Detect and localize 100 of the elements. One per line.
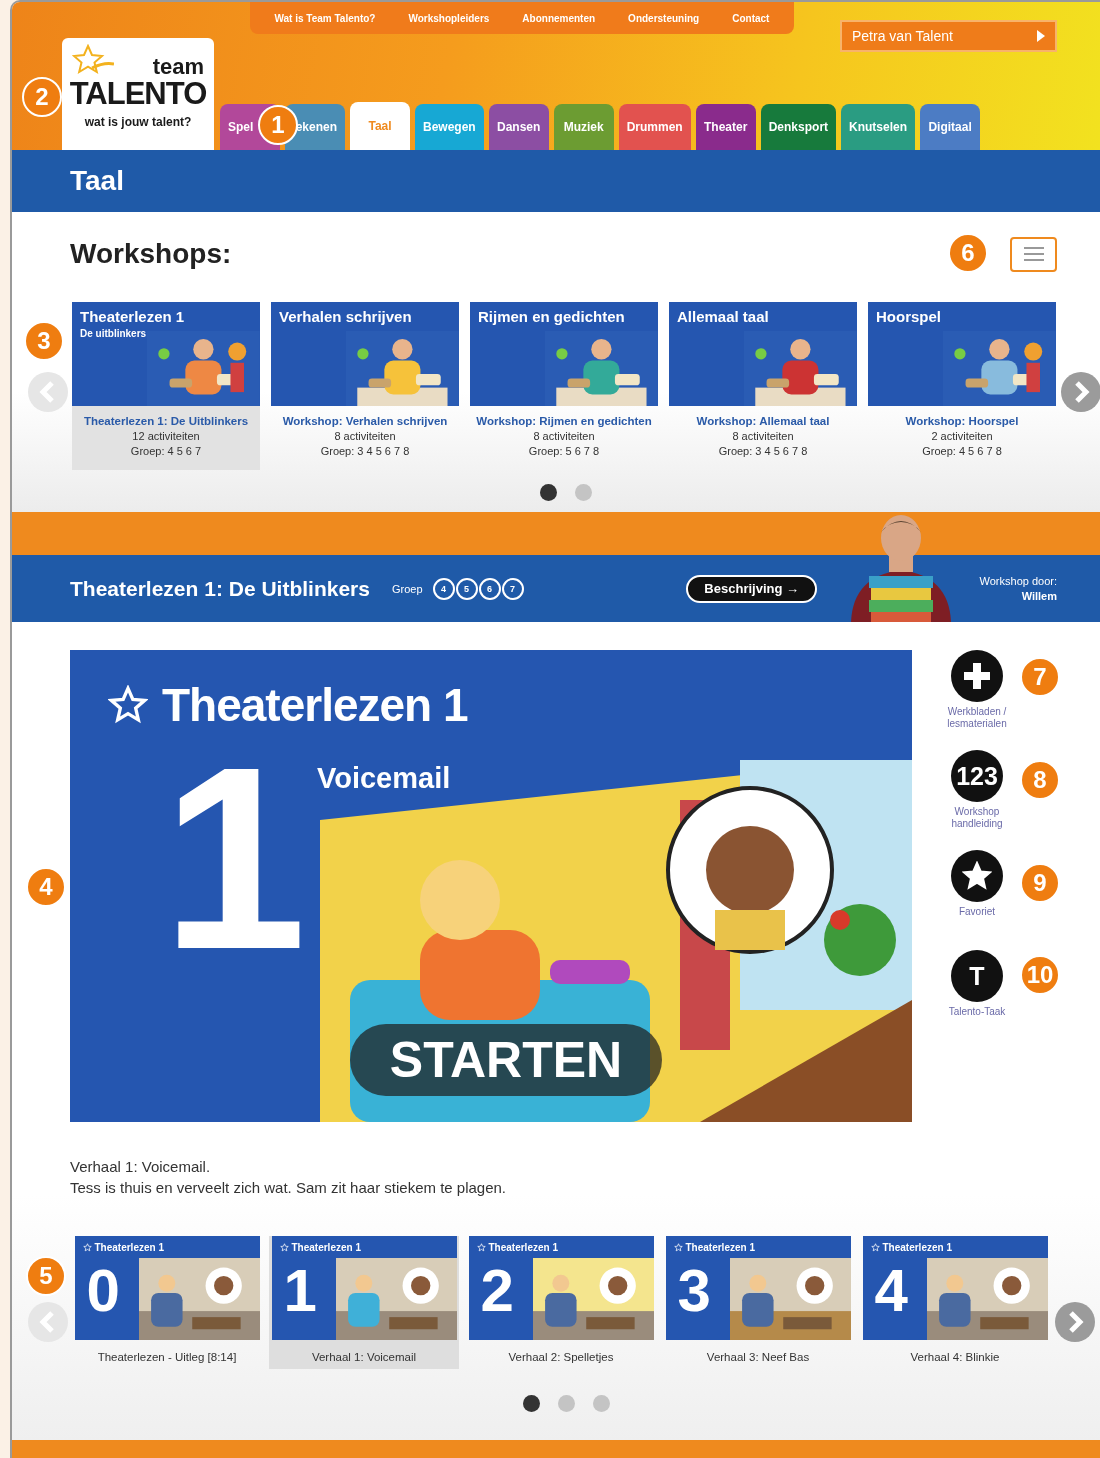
chevron-right-icon: [1072, 381, 1090, 403]
next-button[interactable]: [1055, 1302, 1095, 1342]
category-tab[interactable]: Knutselen: [841, 104, 916, 150]
category-tab[interactable]: Digitaal: [920, 104, 981, 150]
category-tab[interactable]: Muziek: [553, 104, 614, 150]
workshop-name: Workshop: Allemaal taal: [696, 415, 830, 427]
workshop-name: Workshop: Verhalen schrijven: [282, 415, 448, 427]
category-tab[interactable]: Denksport: [760, 104, 837, 150]
list-view-button[interactable]: [1010, 236, 1057, 272]
chevron-left-icon: [39, 381, 57, 403]
lesson-title: Verhaal 4: Blinkie: [910, 1351, 1000, 1363]
chevron-right-icon: [1066, 1311, 1084, 1333]
lesson-card[interactable]: Theaterlezen 1 1 Verhaal 1: Voicemail: [269, 1236, 459, 1369]
logo-tagline: wat is jouw talent?: [84, 114, 192, 129]
lesson-number: 3: [677, 1256, 711, 1325]
lesson-card[interactable]: Theaterlezen 1 0 Theaterlezen - Uitleg [8:14]: [72, 1236, 262, 1369]
page-dot[interactable]: [575, 484, 592, 501]
lesson-number: 0: [86, 1256, 120, 1325]
lesson-card[interactable]: Theaterlezen 1 4 Verhaal 4: Blinkie: [860, 1236, 1050, 1369]
category-tab[interactable]: Dansen: [488, 104, 549, 150]
caret-icon: [1037, 30, 1045, 42]
thumbnail-title: Theaterlezen 1: [94, 1242, 164, 1253]
activity-count: 8 activiteiten: [533, 430, 595, 442]
section-heading: Workshops:: [70, 238, 232, 270]
workshop-card[interactable]: Allemaal taal Workshop: Allemaal taal 8 activiteiten Groep: 3 4 5 6 7 8: [669, 302, 857, 470]
group-list: Groep: 3 4 5 6 7 8: [718, 445, 808, 457]
star-icon: [673, 1243, 683, 1252]
thumbnail-title: Theaterlezen 1: [882, 1242, 952, 1253]
description-button[interactable]: Beschrijving →: [686, 574, 817, 603]
star-icon: [108, 685, 148, 725]
card-title: Verhalen schrijven: [279, 308, 412, 325]
menu-icon: [1022, 246, 1045, 262]
page-dot[interactable]: [557, 1395, 575, 1412]
workshop-card[interactable]: Theaterlezen 1 De uitblinkers Theaterlezen 1: De Uitblinkers 12 activiteiten Groep: 4 5 6 7: [72, 302, 260, 470]
thumbnail-title: Theaterlezen 1: [291, 1242, 361, 1253]
activity-count: 12 activiteiten: [132, 430, 200, 442]
lesson-title: Verhaal 3: Neef Bas: [706, 1351, 810, 1363]
workshop-name: Workshop: Hoorspel: [905, 415, 1019, 427]
logo-text: team: [152, 56, 204, 78]
card-title: Rijmen en gedichten: [478, 308, 625, 325]
start-button[interactable]: STARTEN: [350, 1024, 662, 1096]
lesson-card[interactable]: Theaterlezen 1 3 Verhaal 3: Neef Bas: [663, 1236, 853, 1369]
workshop-title: Theaterlezen 1: De Uitblinkers: [70, 576, 370, 601]
lesson-title: Verhaal 1: Voicemail: [311, 1351, 417, 1363]
page-dot[interactable]: [522, 1395, 540, 1412]
card-title: Allemaal taal: [677, 308, 769, 325]
card-title: Hoorspel: [876, 308, 941, 325]
description-text: Verhaal 1: Voicemail.: [70, 1158, 212, 1175]
logo-text: TALENTO: [69, 78, 207, 111]
workshop-name: Workshop: Rijmen en gedichten: [476, 415, 652, 427]
workshop-card[interactable]: Rijmen en gedichten Workshop: Rijmen en gedichten 8 activiteiten Groep: 5 6 7 8: [470, 302, 658, 470]
chevron-left-icon: [39, 1311, 57, 1333]
description-text: Tess is thuis en verveelt zich wat. Sam zit haar stiekem te plagen.: [70, 1179, 508, 1196]
page-dot[interactable]: [540, 484, 557, 501]
next-button[interactable]: [1061, 372, 1100, 412]
author-name: Willem: [1021, 590, 1057, 602]
category-tab[interactable]: Drummen: [618, 104, 691, 150]
workshop-card[interactable]: Hoorspel Workshop: Hoorspel 2 activiteiten Groep: 4 5 6 7 8: [868, 302, 1056, 470]
activity-count: 2 activiteiten: [931, 430, 993, 442]
glyph-icon: 123: [951, 750, 1003, 802]
page-dot[interactable]: [592, 1395, 610, 1412]
logo[interactable]: team TALENTO wat is jouw talent?: [62, 38, 214, 150]
card-subtitle: De uitblinkers: [80, 328, 148, 339]
group-number: 7: [501, 577, 524, 600]
page-title: Taal: [70, 165, 124, 197]
group-list: Groep: 4 5 6 7 8: [922, 445, 1002, 457]
plus-icon: [951, 650, 1003, 702]
star-icon: [279, 1243, 289, 1252]
lesson-number: 1: [283, 1256, 317, 1325]
group-label: Groep: [391, 582, 423, 595]
lesson-card[interactable]: Theaterlezen 1 2 Verhaal 2: Spelletjes: [466, 1236, 656, 1369]
lesson-title: Verhaal 2: Spelletjes: [508, 1351, 614, 1363]
glyph-icon: T: [951, 950, 1003, 1002]
action-button[interactable]: T Talento-Taak: [932, 950, 1022, 1050]
action-button[interactable]: 123 Workshop handleiding: [932, 750, 1022, 850]
lesson-title: Theaterlezen - Uitleg [8:14]: [97, 1351, 237, 1363]
category-tab[interactable]: Theater: [695, 104, 756, 150]
card-title: Theaterlezen 1: [80, 308, 185, 325]
group-number: 5: [455, 577, 478, 600]
activity-count: 8 activiteiten: [732, 430, 794, 442]
workshop-card[interactable]: Verhalen schrijven Workshop: Verhalen schrijven 8 activiteiten Groep: 3 4 5 6 7 8: [271, 302, 459, 470]
activity-count: 8 activiteiten: [334, 430, 396, 442]
thumbnail-title: Theaterlezen 1: [488, 1242, 558, 1253]
author-label: Workshop door:: [979, 575, 1057, 587]
group-list: Groep: 3 4 5 6 7 8: [320, 445, 410, 457]
action-button[interactable]: Favoriet: [932, 850, 1022, 950]
group-number: 4: [432, 577, 455, 600]
lesson-number: 4: [874, 1256, 908, 1325]
star-icon: [870, 1243, 880, 1252]
group-list: Groep: 4 5 6 7: [130, 445, 202, 457]
star-icon: [82, 1243, 92, 1252]
workshop-name: Theaterlezen 1: De Uitblinkers: [83, 415, 249, 427]
star-shape-icon: [962, 861, 992, 891]
lesson-number: 2: [480, 1256, 514, 1325]
star-icon: [476, 1243, 486, 1252]
group-list: Groep: 5 6 7 8: [528, 445, 600, 457]
thumbnail-title: Theaterlezen 1: [685, 1242, 755, 1253]
action-button[interactable]: Werkbladen / lesmaterialen: [932, 650, 1022, 750]
group-number: 6: [478, 577, 501, 600]
video-subtitle: Voicemail: [317, 762, 451, 795]
